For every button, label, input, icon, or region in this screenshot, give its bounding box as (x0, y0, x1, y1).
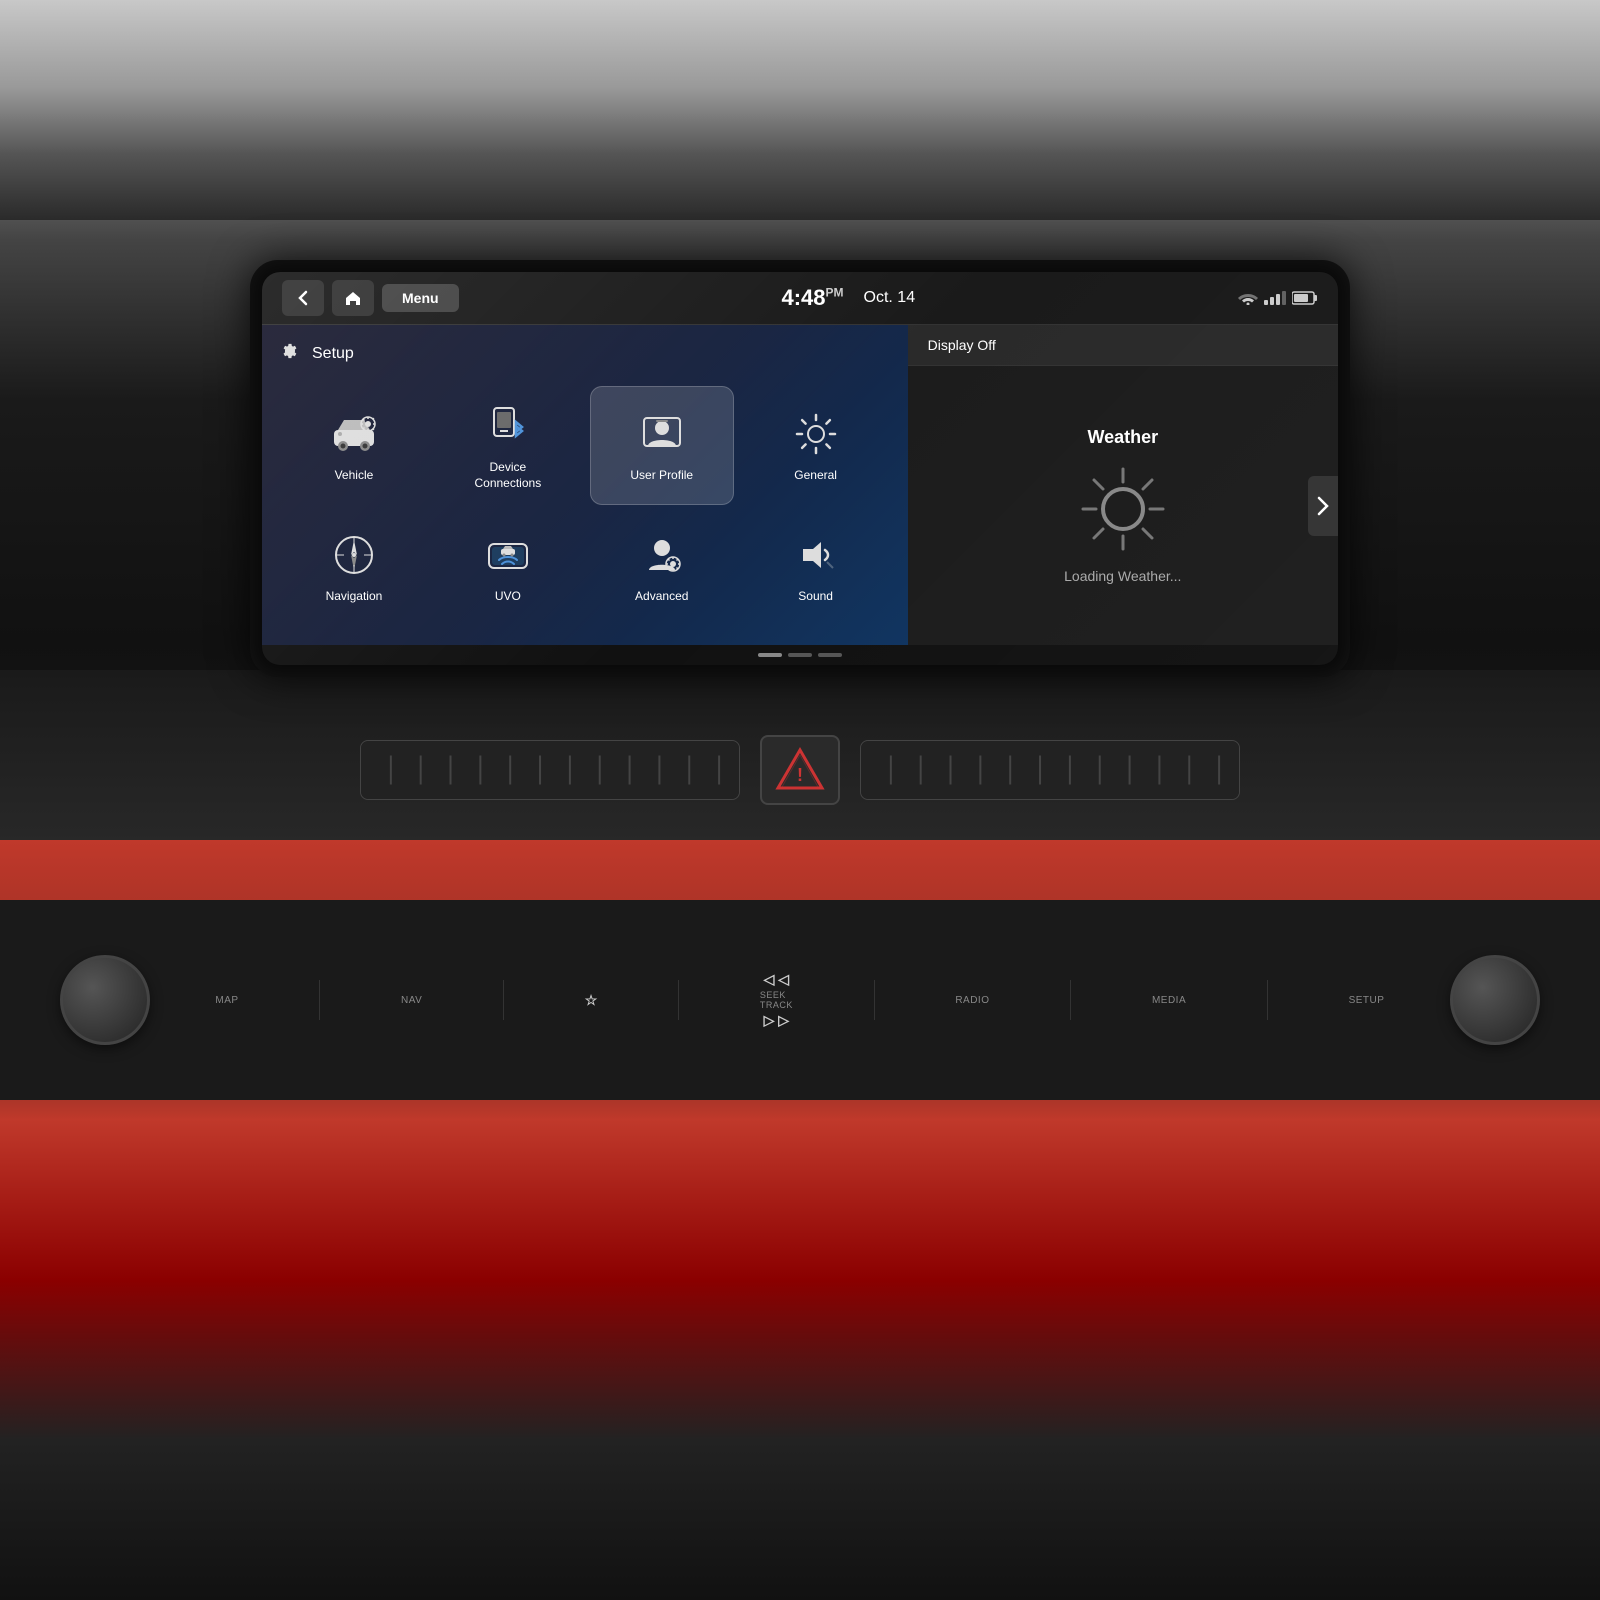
uvo-label: UVO (495, 589, 521, 605)
setup-header: Setup (282, 341, 888, 366)
weather-loading-text: Loading Weather... (1064, 568, 1181, 584)
page-indicator (262, 645, 1338, 665)
setup-button[interactable]: SETUP (1349, 995, 1385, 1006)
hazard-button[interactable]: ! (760, 735, 840, 805)
control-buttons: MAP NAV ☆ ◁ ◁ SEEKTRACK ▷ ▷ RADIO MEDIA (150, 971, 1450, 1029)
seek-label: SEEKTRACK (760, 990, 793, 1010)
battery-icon (1292, 291, 1318, 305)
page-dot-2 (788, 653, 812, 657)
uvo-icon (482, 529, 534, 581)
device-connections-label: DeviceConnections (474, 460, 541, 491)
map-button[interactable]: MAP (215, 995, 238, 1006)
back-button[interactable] (282, 280, 324, 316)
menu-item-general[interactable]: General (744, 386, 888, 505)
menu-item-sound[interactable]: Sound (744, 515, 888, 619)
weather-section: Weather (908, 366, 1338, 645)
menu-item-navigation[interactable]: Navigation (282, 515, 426, 619)
radio-button[interactable]: RADIO (955, 995, 989, 1006)
divider-1 (319, 980, 320, 1020)
vehicle-icon (328, 408, 380, 460)
setup-label: Setup (312, 345, 354, 363)
general-icon (790, 408, 842, 460)
left-vent (360, 740, 740, 800)
device-connections-icon (482, 400, 534, 452)
menu-item-device-connections[interactable]: DeviceConnections (436, 386, 580, 505)
menu-button[interactable]: Menu (382, 284, 459, 312)
map-label: MAP (215, 995, 238, 1006)
status-icons (1238, 291, 1318, 305)
car-interior: Menu 4:48PM Oct. 14 (0, 0, 1600, 1600)
page-dot-1 (758, 653, 782, 657)
menu-item-uvo[interactable]: UVO (436, 515, 580, 619)
infotainment-screen: Menu 4:48PM Oct. 14 (262, 272, 1338, 665)
user-profile-label: User Profile (630, 468, 693, 484)
setup-label: SETUP (1349, 995, 1385, 1006)
star-icon: ☆ (585, 992, 598, 1009)
home-button[interactable] (332, 280, 374, 316)
right-vent (860, 740, 1240, 800)
seek-right-icon: ▷ ▷ (764, 1012, 789, 1029)
page-dot-3 (818, 653, 842, 657)
date-display: Oct. 14 (864, 289, 916, 307)
menu-item-advanced[interactable]: Advanced (590, 515, 734, 619)
status-bar: Menu 4:48PM Oct. 14 (262, 272, 1338, 325)
navigation-label: Navigation (326, 589, 383, 605)
star-button[interactable]: ☆ (585, 992, 598, 1009)
clock-section: 4:48PM Oct. 14 (781, 285, 915, 311)
sound-icon (790, 529, 842, 581)
menu-item-user-profile[interactable]: User Profile (590, 386, 734, 505)
weather-loading: Loading Weather... (1064, 464, 1181, 584)
divider-6 (1267, 980, 1268, 1020)
svg-text:!: ! (797, 765, 803, 785)
divider-2 (503, 980, 504, 1020)
divider-4 (874, 980, 875, 1020)
media-label: MEDIA (1152, 995, 1186, 1006)
screen-bezel: Menu 4:48PM Oct. 14 (250, 260, 1350, 677)
navigation-icon (328, 529, 380, 581)
signal-icon (1264, 291, 1286, 305)
left-knob[interactable] (60, 955, 150, 1045)
advanced-label: Advanced (635, 589, 688, 605)
menu-item-vehicle[interactable]: Vehicle (282, 386, 426, 505)
sound-label: Sound (798, 589, 833, 605)
weather-sun-icon (1078, 464, 1168, 554)
seek-track-button[interactable]: ◁ ◁ SEEKTRACK ▷ ▷ (760, 971, 793, 1029)
vehicle-label: Vehicle (335, 468, 374, 484)
wifi-icon (1238, 291, 1258, 305)
bottom-controls: MAP NAV ☆ ◁ ◁ SEEKTRACK ▷ ▷ RADIO MEDIA (0, 900, 1600, 1100)
time-display: 4:48PM (781, 285, 843, 311)
seek-left-icon: ◁ ◁ (764, 971, 789, 988)
weather-title: Weather (1087, 427, 1158, 448)
menu-grid: Vehicle (282, 386, 888, 619)
nav-buttons: Menu (282, 280, 459, 316)
divider-5 (1070, 980, 1071, 1020)
right-panel: Display Off Weather (908, 325, 1338, 645)
user-profile-icon (636, 408, 688, 460)
right-knob[interactable] (1450, 955, 1540, 1045)
setup-gear-icon (282, 341, 302, 366)
display-off-button[interactable]: Display Off (908, 325, 1338, 366)
nav-label: NAV (401, 995, 422, 1006)
main-content: Setup (262, 325, 1338, 645)
media-button[interactable]: MEDIA (1152, 995, 1186, 1006)
nav-button[interactable]: NAV (401, 995, 422, 1006)
advanced-icon (636, 529, 688, 581)
dashboard-top (0, 0, 1600, 220)
menu-panel: Setup (262, 325, 908, 645)
general-label: General (794, 468, 837, 484)
weather-chevron-button[interactable] (1308, 476, 1338, 536)
radio-label: RADIO (955, 995, 989, 1006)
divider-3 (678, 980, 679, 1020)
